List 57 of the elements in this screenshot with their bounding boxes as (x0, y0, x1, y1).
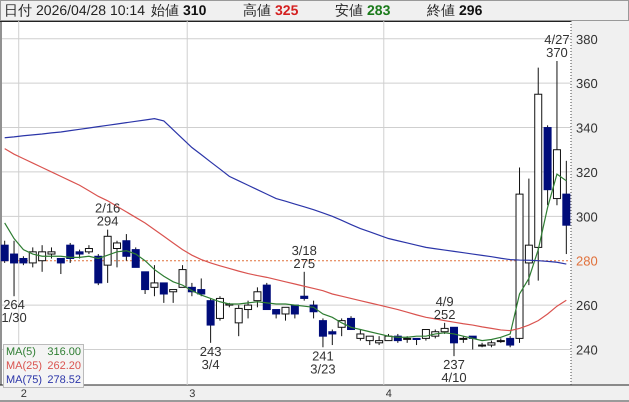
legend-value: 278.52 (47, 373, 81, 387)
candlestick (394, 333, 402, 344)
field-value: 283 (367, 1, 390, 20)
field-value: 296 (459, 1, 482, 20)
candlestick (431, 329, 440, 339)
field-label: 安値 (335, 1, 363, 20)
price-annotation: 4/10 (441, 370, 467, 386)
field-label: 始値 (151, 1, 179, 20)
price-annotation: 3/18 (292, 242, 317, 258)
axis-label: 260 (576, 298, 598, 314)
candlestick (141, 271, 150, 294)
field-value: 325 (275, 1, 298, 20)
candlestick (56, 258, 65, 275)
legend-value: 316.00 (47, 345, 81, 359)
candlestick (122, 234, 130, 262)
price-annotation: 4/27 (544, 32, 570, 47)
axis-label: 280 (576, 254, 598, 269)
price-annotation: 3/23 (310, 361, 336, 376)
price-annotation: 243 (200, 344, 222, 359)
price-annotation: 264 (3, 297, 25, 312)
candlestick (356, 329, 364, 342)
price-annotation: 1/30 (1, 310, 27, 326)
field-value: 310 (183, 1, 206, 20)
price-annotation: 2/16 (95, 200, 120, 216)
axis-label: 340 (576, 120, 598, 136)
price-annotation: 237 (443, 357, 465, 372)
axis-label: 4 (386, 388, 392, 400)
candlestick (290, 304, 299, 319)
date-text: 2026/04/28 10:14 (36, 1, 145, 20)
axis-label: 360 (576, 76, 598, 92)
axis-label: 3 (189, 388, 196, 400)
price-annotation: 3/4 (202, 356, 220, 372)
axis-label: 300 (576, 209, 598, 224)
price-annotation: 4/9 (436, 294, 454, 309)
field-label: 高値 (243, 1, 271, 20)
candlestick (132, 246, 140, 268)
candlestick (338, 318, 346, 337)
legend-label: MA(25) (6, 359, 42, 373)
price-annotation: 275 (293, 256, 316, 271)
price-annotation: 252 (434, 306, 456, 322)
legend-label: MA(75) (6, 373, 42, 387)
axis-label: 320 (576, 164, 598, 180)
date-label: 日付 (4, 1, 32, 20)
price-annotation: 294 (96, 214, 118, 229)
candlestick (366, 336, 374, 346)
candlestick (375, 336, 384, 346)
field-label: 終値 (427, 1, 455, 20)
legend-value: 262.20 (47, 359, 81, 373)
price-annotation: 241 (312, 348, 334, 364)
candlestick (347, 316, 356, 330)
legend-label: MA(5) (6, 345, 36, 359)
candlestick (253, 286, 262, 308)
candlestick (384, 333, 392, 342)
axis-label: 380 (576, 32, 598, 47)
axis-label: 2 (20, 388, 27, 400)
axis-label: 240 (576, 342, 598, 358)
price-annotation: 370 (546, 44, 568, 60)
